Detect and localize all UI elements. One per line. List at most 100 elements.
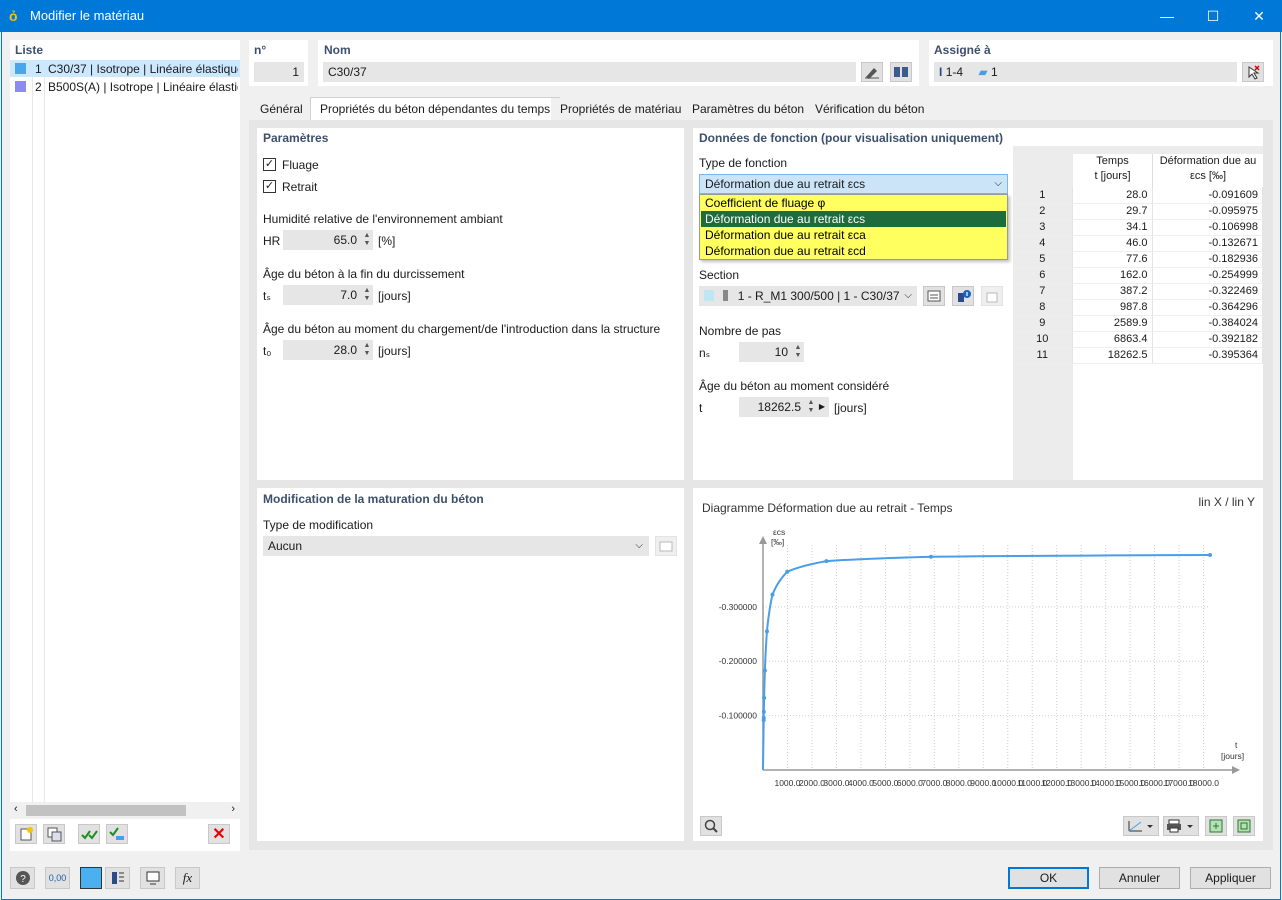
pick-assignment-icon[interactable]	[1242, 62, 1264, 82]
dropdown-option-ecs[interactable]: Déformation due au retrait εcs	[701, 211, 1006, 227]
tab-concrete-design[interactable]: Vérification du béton	[806, 98, 934, 120]
curing-title: Âge du béton à la fin du durcissement	[263, 267, 465, 281]
time-cell: 6863.4	[1072, 331, 1153, 348]
table-body: 1 28.0 -0.091609 2 29.7 -0.095975 3 34.1 -0.1069…	[1013, 187, 1263, 364]
section-new-icon[interactable]	[981, 286, 1003, 306]
number-field[interactable]: 1	[254, 62, 304, 82]
units-icon[interactable]: 0,00	[45, 867, 70, 889]
view-icon[interactable]	[140, 867, 165, 889]
ok-button[interactable]: OK	[1008, 867, 1089, 889]
time-cell: 18262.5	[1072, 347, 1153, 364]
table-row[interactable]: 11 18262.5 -0.395364	[1013, 347, 1263, 364]
table-row[interactable]: 8 987.8 -0.364296	[1013, 299, 1263, 316]
list-item[interactable]: 2 B500S(A) | Isotrope | Linéaire élastiq…	[10, 78, 240, 95]
edit-section-icon[interactable]	[923, 286, 945, 306]
table-header-time: Temps t [jours]	[1073, 154, 1153, 187]
creep-checkbox[interactable]: ✓	[263, 158, 276, 171]
data-point	[928, 554, 933, 559]
loading-input[interactable]: 28.0 ▲ ▼	[283, 340, 373, 360]
close-window-button[interactable]: ✕	[1236, 0, 1282, 32]
minimize-button[interactable]: —	[1144, 0, 1190, 32]
deformation-cell: -0.091609	[1152, 187, 1263, 204]
shrinkage-checkbox[interactable]: ✓	[263, 180, 276, 193]
deformation-cell: -0.106998	[1152, 219, 1263, 236]
check-all-icon[interactable]	[78, 824, 100, 844]
zoom-chart-icon[interactable]	[700, 816, 722, 836]
list-scrollbar[interactable]: ‹ ›	[10, 802, 240, 819]
table-row[interactable]: 6 162.0 -0.254999	[1013, 267, 1263, 284]
curing-input[interactable]: 7.0 ▲ ▼	[283, 285, 373, 305]
age-symbol: t	[699, 401, 703, 415]
humidity-input[interactable]: 65.0 ▲ ▼	[283, 230, 373, 250]
section-select[interactable]: 1 - R_M1 300/500 | 1 - C30/37 ⌵	[699, 286, 917, 306]
check-selected-icon[interactable]	[106, 824, 128, 844]
apply-button[interactable]: Appliquer	[1190, 867, 1271, 889]
function-data-header: Données de fonction (pour visualisation …	[699, 131, 1004, 145]
function-type-dropdown[interactable]: Coefficient de fluage φ Déformation due …	[699, 194, 1008, 260]
tab-general[interactable]: Général	[251, 98, 312, 120]
copy-chart-icon[interactable]	[1233, 816, 1255, 836]
edit-modification-icon[interactable]	[655, 536, 677, 556]
arrow-right-icon[interactable]: ▶	[819, 397, 825, 417]
list-item[interactable]: 1 C30/37 | Isotrope | Linéaire élastique	[10, 60, 240, 77]
material-color-swatch	[15, 63, 26, 74]
data-point	[824, 559, 829, 564]
scroll-left-icon[interactable]: ‹	[14, 803, 18, 815]
assigned-panel: Assigné à I 1-4 ▰ 1	[929, 40, 1273, 86]
help-icon[interactable]: ?	[10, 867, 35, 889]
color-icon[interactable]	[80, 867, 102, 889]
spinner-icon[interactable]: ▲ ▼	[363, 232, 371, 248]
new-material-icon[interactable]	[15, 824, 37, 844]
dropdown-option-eca[interactable]: Déformation due au retrait εca	[701, 227, 1006, 243]
material-library-icon[interactable]	[890, 62, 912, 82]
name-field[interactable]: C30/37	[323, 62, 856, 82]
scroll-right-icon[interactable]: ›	[231, 803, 235, 815]
display-properties-icon[interactable]	[105, 867, 130, 889]
number-panel: n° 1	[249, 40, 308, 86]
table-row[interactable]: 7 387.2 -0.322469	[1013, 283, 1263, 300]
svg-text:?: ?	[20, 874, 26, 885]
table-row[interactable]: 9 2589.9 -0.384024	[1013, 315, 1263, 332]
delete-icon[interactable]: ✕	[208, 824, 230, 844]
export-chart-icon[interactable]	[1205, 816, 1227, 836]
section-label: Section	[699, 268, 740, 282]
table-row[interactable]: 5 77.6 -0.182936	[1013, 251, 1263, 268]
tab-concrete-parameters[interactable]: Paramètres du béton	[683, 98, 814, 120]
copy-material-icon[interactable]	[43, 824, 65, 844]
cancel-button[interactable]: Annuler	[1099, 867, 1180, 889]
x-tick-label: 4000.0	[848, 778, 874, 788]
tab-material-properties[interactable]: Propriétés de matériau	[551, 98, 691, 120]
tab-time-dependent[interactable]: Propriétés du béton dépendantes du temps	[310, 97, 561, 121]
scroll-thumb[interactable]	[26, 805, 186, 816]
spinner-icon[interactable]: ▲ ▼	[807, 399, 815, 415]
section-info-icon[interactable]	[952, 286, 974, 306]
y-axis-arrow-icon	[759, 536, 767, 544]
function-type-select[interactable]: Déformation due au retrait εcs ⌵	[699, 174, 1008, 194]
axis-options-icon[interactable]	[1123, 816, 1159, 836]
table-header-deformation: Déformation due au εcs [‰]	[1159, 155, 1257, 182]
modification-type-select[interactable]: Aucun ⌵	[263, 536, 649, 556]
formula-icon[interactable]: fx	[175, 867, 200, 889]
data-point	[785, 569, 790, 574]
dropdown-option-ecd[interactable]: Déformation due au retrait εcd	[701, 243, 1006, 259]
table-row[interactable]: 3 34.1 -0.106998	[1013, 219, 1263, 236]
row-index: 7	[1013, 283, 1073, 300]
assigned-field[interactable]: I 1-4 ▰ 1	[934, 62, 1237, 82]
age-input[interactable]: 18262.5 ▲ ▼ ▶	[739, 397, 829, 417]
chart-panel: Diagramme Déformation due au retrait - T…	[693, 488, 1263, 841]
steps-input[interactable]: 10 ▲ ▼	[739, 342, 804, 362]
spinner-icon[interactable]: ▲ ▼	[363, 287, 371, 303]
spinner-icon[interactable]: ▲ ▼	[363, 342, 371, 358]
x-tick-label: 8000.0	[946, 778, 972, 788]
table-row[interactable]: 1 28.0 -0.091609	[1013, 187, 1263, 204]
table-row[interactable]: 10 6863.4 -0.392182	[1013, 331, 1263, 348]
x-tick-label: 5000.0	[872, 778, 898, 788]
edit-name-icon[interactable]	[861, 62, 883, 82]
print-icon[interactable]	[1163, 816, 1199, 836]
data-point	[762, 695, 767, 700]
maximize-button[interactable]: ☐	[1190, 0, 1236, 32]
spinner-icon[interactable]: ▲ ▼	[794, 344, 802, 360]
table-row[interactable]: 2 29.7 -0.095975	[1013, 203, 1263, 220]
dropdown-option-creep[interactable]: Coefficient de fluage φ	[701, 195, 1006, 211]
table-row[interactable]: 4 46.0 -0.132671	[1013, 235, 1263, 252]
